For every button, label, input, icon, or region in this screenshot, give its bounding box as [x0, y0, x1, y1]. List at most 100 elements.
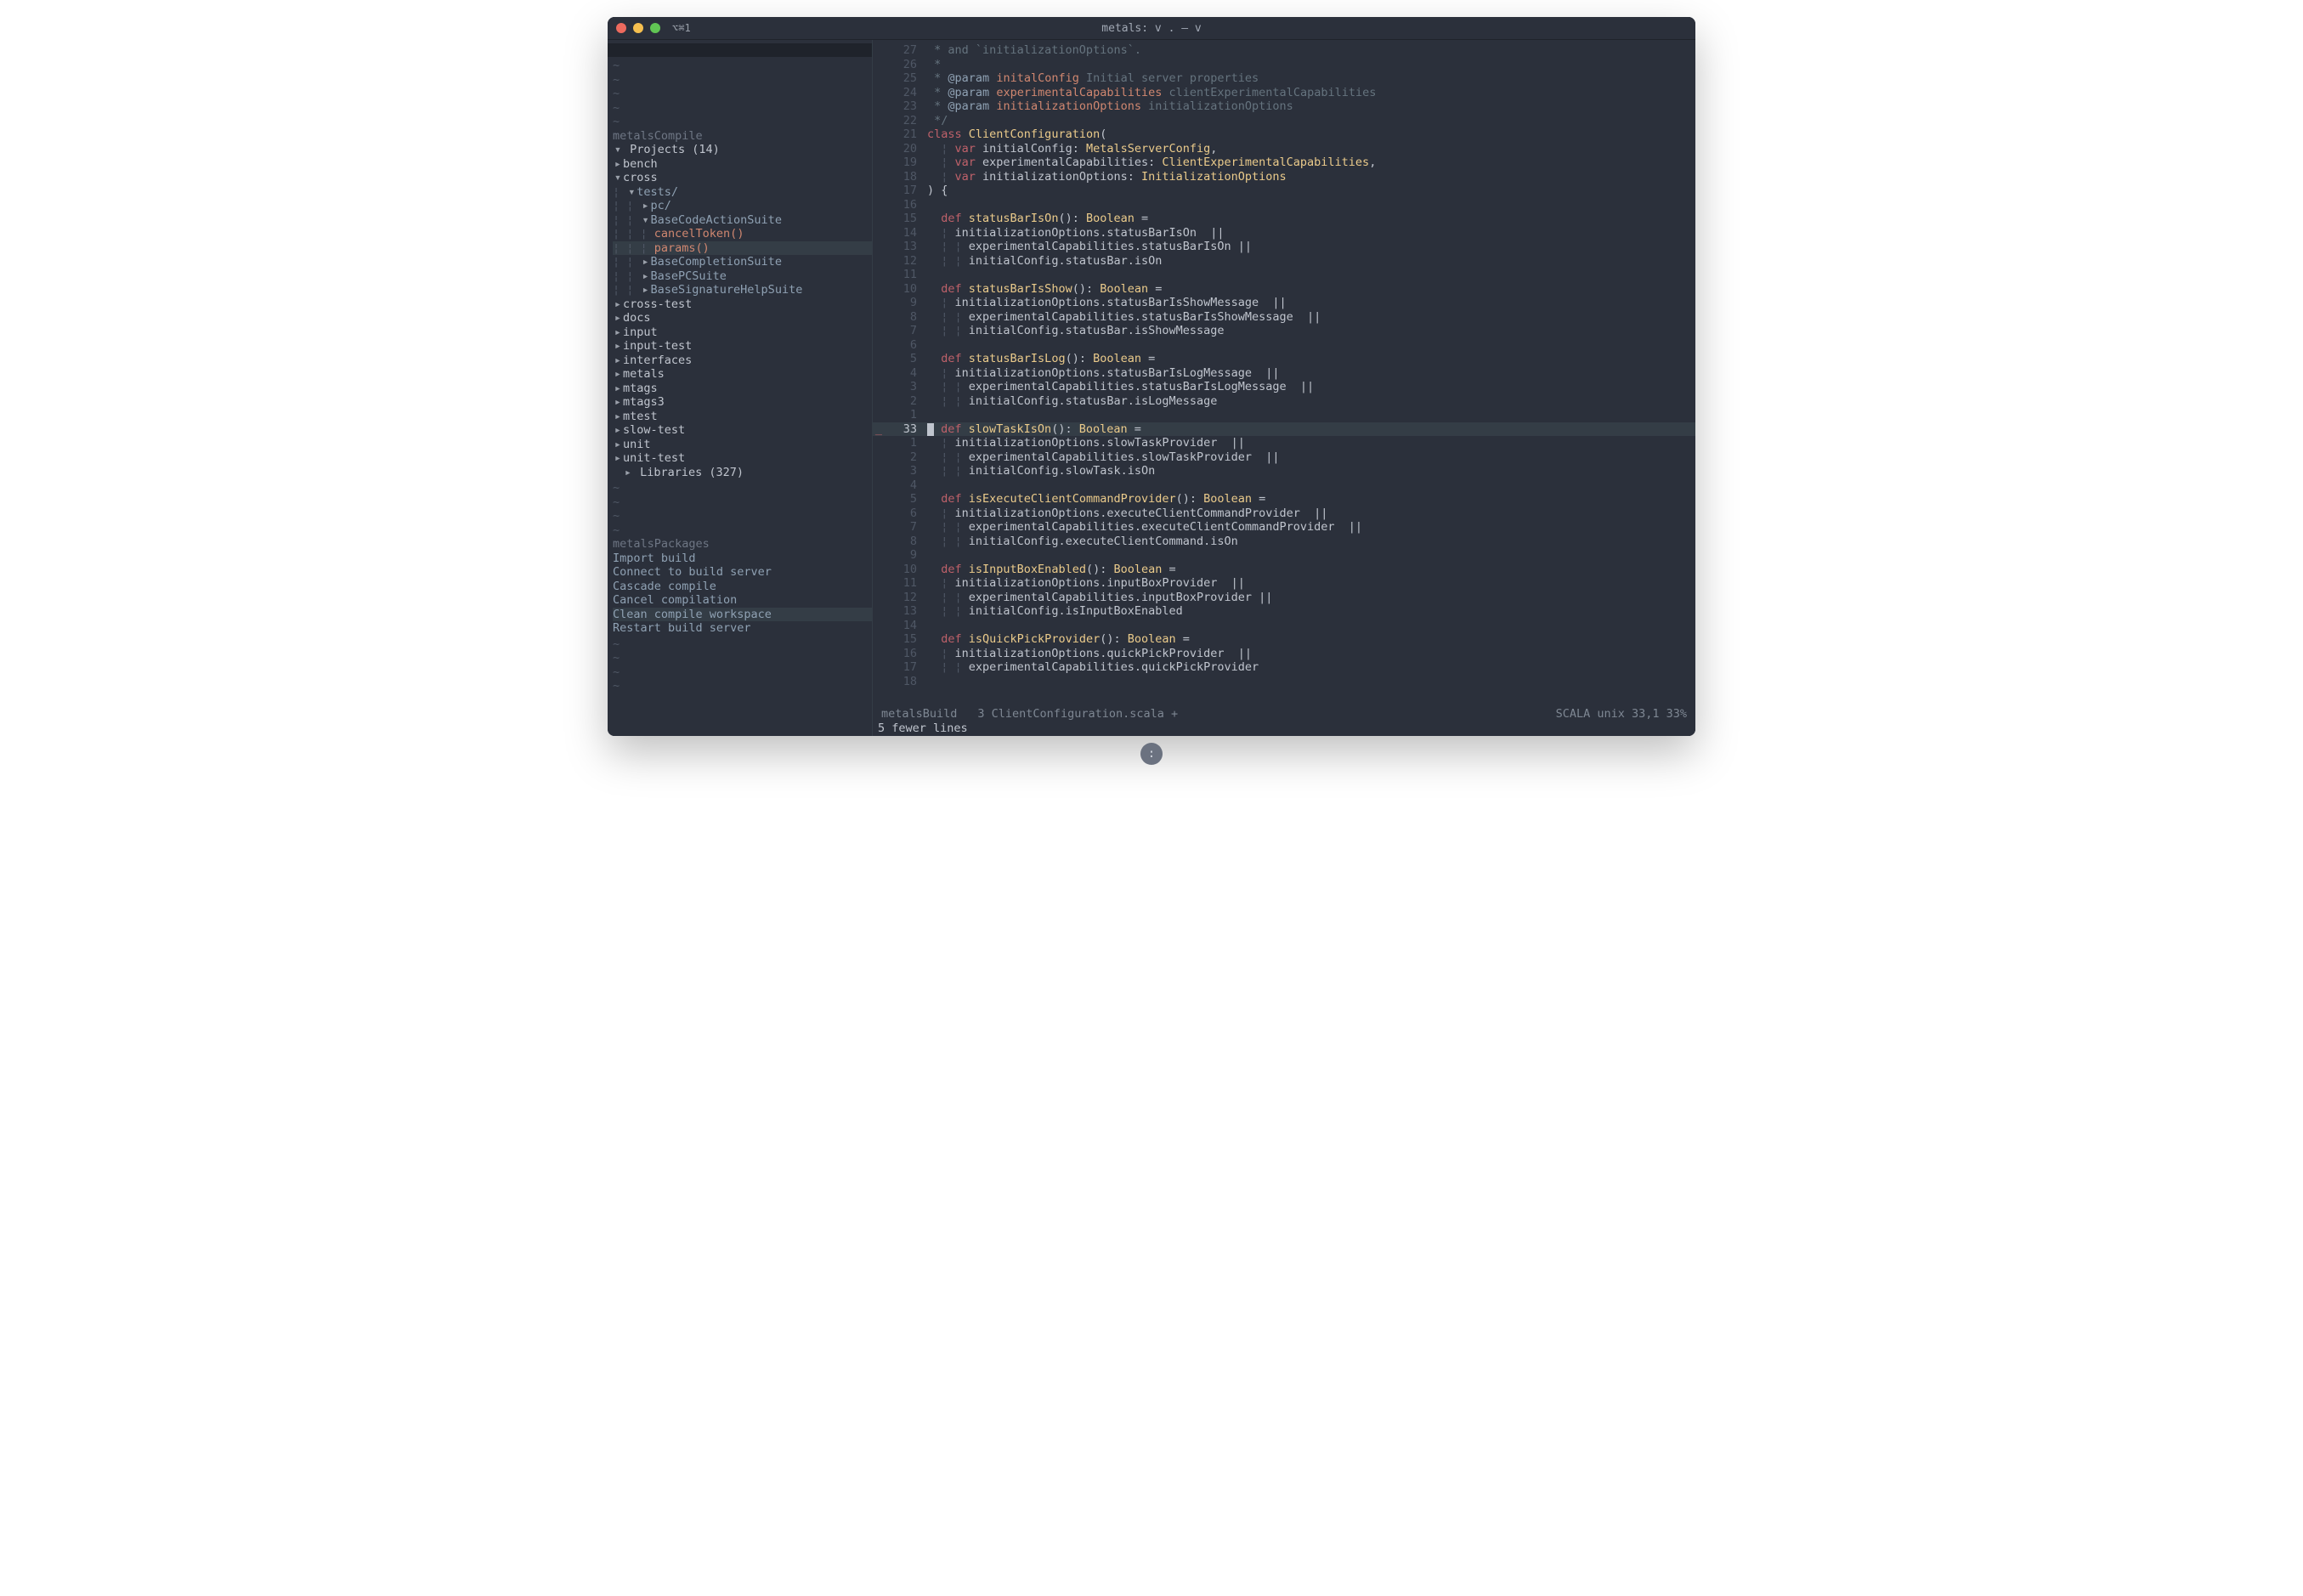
code-line: 24 * @param experimentalCapabilities cli… [873, 86, 1695, 100]
code-line: 13 ¦ ¦ experimentalCapabilities.statusBa… [873, 240, 1695, 254]
code-line: 23 * @param initializationOptions initia… [873, 99, 1695, 114]
window-title: metals: v . — v [608, 22, 1695, 35]
tree-item[interactable]: ▸ cross-test [613, 297, 872, 312]
code-line: 6 ¦ initializationOptions.executeClientC… [873, 507, 1695, 521]
editor-window: ⌥⌘1 metals: v . — v ~~~~~ metalsCompile … [608, 17, 1695, 736]
code-line: 2 ¦ ¦ initialConfig.statusBar.isLogMessa… [873, 394, 1695, 409]
command-item[interactable]: Import build [613, 552, 872, 566]
code-line: 22 */ [873, 114, 1695, 128]
tree-item[interactable]: ¦ ¦ ▾ BaseCodeActionSuite [613, 213, 872, 228]
tree-item[interactable]: ▸ bench [613, 157, 872, 172]
code-line: 11 [873, 268, 1695, 282]
code-line: 11 ¦ initializationOptions.inputBoxProvi… [873, 576, 1695, 591]
sidebar-tildes-bot: ~~~~ [608, 636, 872, 693]
command-button[interactable]: : [1140, 743, 1163, 765]
code-line: 9 ¦ initializationOptions.statusBarIsSho… [873, 296, 1695, 310]
command-item[interactable]: Restart build server [613, 621, 872, 636]
code-line: 4 [873, 478, 1695, 493]
tree-item[interactable]: ▸ mtest [613, 410, 872, 424]
section-packages: metalsPackages [608, 537, 872, 552]
tree-item[interactable]: ¦ ¦ ¦ params() [613, 241, 872, 256]
tree-item[interactable]: ▾ cross [613, 171, 872, 185]
status-right: SCALA unix 33,1 33% [1556, 707, 1687, 722]
tree-item[interactable]: ¦ ¦ ▸ BaseCompletionSuite [613, 255, 872, 269]
tree-item[interactable]: ¦ ¦ ▸ BaseSignatureHelpSuite [613, 283, 872, 297]
tree-item[interactable]: ▸ input-test [613, 339, 872, 354]
code-line: 20 ¦ var initialConfig: MetalsServerConf… [873, 142, 1695, 156]
commands-list: Import buildConnect to build serverCasca… [608, 552, 872, 636]
tree-item[interactable]: ¦ ¦ ▸ BasePCSuite [613, 269, 872, 284]
tree-item[interactable]: ▸ unit [613, 438, 872, 452]
code-line: 1 [873, 408, 1695, 422]
command-item[interactable]: Cancel compilation [613, 593, 872, 608]
titlebar: ⌥⌘1 metals: v . — v [608, 17, 1695, 39]
sidebar: ~~~~~ metalsCompile ▾ Projects (14) ▸ be… [608, 40, 873, 736]
tree-item[interactable]: ▸ metals [613, 367, 872, 382]
code-line: _33 def slowTaskIsOn(): Boolean = [873, 422, 1695, 437]
project-tree: ▾ Projects (14) ▸ bench ▾ cross ¦ ▾ test… [608, 143, 872, 479]
code-line: 4 ¦ initializationOptions.statusBarIsLog… [873, 366, 1695, 381]
tree-item[interactable]: ▸ mtags [613, 382, 872, 396]
code-line: 3 ¦ ¦ initialConfig.slowTask.isOn [873, 464, 1695, 478]
code-line: 12 ¦ ¦ initialConfig.statusBar.isOn [873, 254, 1695, 269]
code-line: 13 ¦ ¦ initialConfig.isInputBoxEnabled [873, 604, 1695, 619]
status-message: 5 fewer lines [873, 722, 1695, 736]
code-line: 9 [873, 548, 1695, 563]
code-line: 25 * @param initalConfig Initial server … [873, 71, 1695, 86]
code-line: 7 ¦ ¦ experimentalCapabilities.executeCl… [873, 520, 1695, 535]
close-icon[interactable] [616, 23, 626, 33]
libraries-label: Libraries (327) [640, 466, 744, 480]
minimize-icon[interactable] [633, 23, 643, 33]
code-line: 18 ¦ var initializationOptions: Initiali… [873, 170, 1695, 184]
code-line: 5 def isExecuteClientCommandProvider(): … [873, 492, 1695, 507]
window-controls [616, 23, 660, 33]
code-line: 10 def statusBarIsShow(): Boolean = [873, 282, 1695, 297]
tree-libraries[interactable]: ▸ Libraries (327) [613, 466, 872, 480]
projects-label: Projects (14) [630, 143, 720, 157]
statusbar: metalsBuild 3 ClientConfiguration.scala … [873, 707, 1695, 736]
sidebar-tildes-top: ~~~~~ [608, 57, 872, 129]
code-line: 8 ¦ ¦ experimentalCapabilities.statusBar… [873, 310, 1695, 325]
code-line: 16 ¦ initializationOptions.quickPickProv… [873, 647, 1695, 661]
code-line: 10 def isInputBoxEnabled(): Boolean = [873, 563, 1695, 577]
code-line: 3 ¦ ¦ experimentalCapabilities.statusBar… [873, 380, 1695, 394]
code-line: 16 [873, 198, 1695, 212]
command-button-label: : [1148, 747, 1155, 761]
code-line: 19 ¦ var experimentalCapabilities: Clien… [873, 156, 1695, 170]
tree-item[interactable]: ▸ interfaces [613, 354, 872, 368]
code-line: 6 [873, 338, 1695, 353]
tree-item[interactable]: ¦ ¦ ▸ pc/ [613, 199, 872, 213]
code-line: 7 ¦ ¦ initialConfig.statusBar.isShowMess… [873, 324, 1695, 338]
code-line: 5 def statusBarIsLog(): Boolean = [873, 352, 1695, 366]
tree-item[interactable]: ¦ ¦ ¦ cancelToken() [613, 227, 872, 241]
code-line: 2 ¦ ¦ experimentalCapabilities.slowTaskP… [873, 450, 1695, 465]
code-line: 17 ¦ ¦ experimentalCapabilities.quickPic… [873, 660, 1695, 675]
code-line: 1 ¦ initializationOptions.slowTaskProvid… [873, 436, 1695, 450]
code-line: 15 def isQuickPickProvider(): Boolean = [873, 632, 1695, 647]
tree-item[interactable]: ▸ mtags3 [613, 395, 872, 410]
tree-item[interactable]: ▸ slow-test [613, 423, 872, 438]
code-area[interactable]: 27 * and `initializationOptions`.26 *25 … [873, 40, 1695, 707]
tree-projects-root[interactable]: ▾ Projects (14) [613, 143, 872, 157]
sidebar-tildes-mid: ~~~~ [608, 479, 872, 537]
command-item[interactable]: Connect to build server [613, 565, 872, 580]
code-line: 12 ¦ ¦ experimentalCapabilities.inputBox… [873, 591, 1695, 605]
code-line: 27 * and `initializationOptions`. [873, 43, 1695, 58]
code-line: 26 * [873, 58, 1695, 72]
code-line: 17) { [873, 184, 1695, 198]
sidebar-tabline [608, 43, 872, 57]
tree-item[interactable]: ¦ ▾ tests/ [613, 185, 872, 200]
code-line: 14 ¦ initializationOptions.statusBarIsOn… [873, 226, 1695, 241]
command-item[interactable]: Clean compile workspace [613, 608, 872, 622]
shortcut-hint: ⌥⌘1 [672, 22, 691, 34]
code-line: 8 ¦ ¦ initialConfig.executeClientCommand… [873, 535, 1695, 549]
code-line: 18 [873, 675, 1695, 689]
section-compile: metalsCompile [608, 129, 872, 144]
zoom-icon[interactable] [650, 23, 660, 33]
command-item[interactable]: Cascade compile [613, 580, 872, 594]
tree-item[interactable]: ▸ input [613, 325, 872, 340]
tree-item[interactable]: ▸ docs [613, 311, 872, 325]
editor-pane: 27 * and `initializationOptions`.26 *25 … [873, 40, 1695, 736]
tree-item[interactable]: ▸ unit-test [613, 451, 872, 466]
status-left-b: 3 ClientConfiguration.scala + [977, 707, 1178, 722]
